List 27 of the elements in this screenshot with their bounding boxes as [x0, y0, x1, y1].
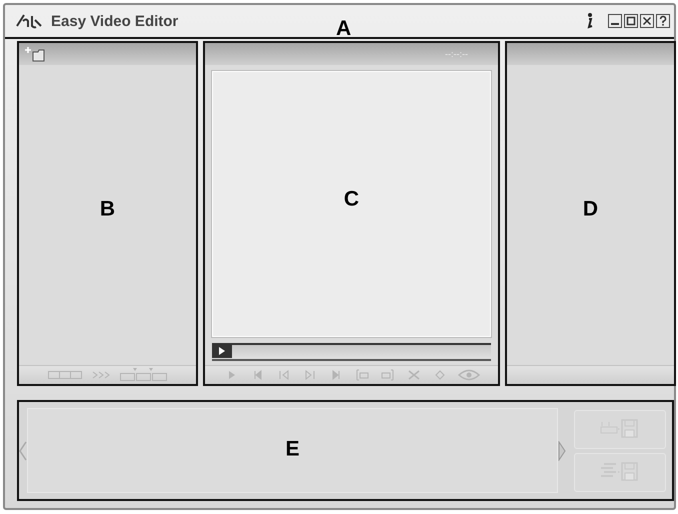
storyboard-to-disk-icon: [600, 460, 640, 484]
save-timeline-button[interactable]: [574, 410, 666, 448]
play-icon: [218, 346, 226, 356]
right-arrow-icon[interactable]: [558, 440, 566, 460]
add-folder-icon[interactable]: [25, 46, 47, 62]
minimize-icon[interactable]: [608, 14, 622, 28]
callout-label: C: [344, 188, 360, 210]
eye-icon[interactable]: [458, 369, 480, 381]
close-icon[interactable]: [640, 14, 654, 28]
callout-label: B: [100, 198, 116, 220]
help-icon[interactable]: [656, 14, 670, 28]
callout-label: D: [582, 198, 598, 220]
save-storyboard-button[interactable]: [574, 452, 666, 492]
playhead-button[interactable]: [212, 344, 232, 358]
seek-bar[interactable]: [212, 343, 491, 361]
timeline-view-icon[interactable]: [120, 368, 168, 382]
window-title: Easy Video Editor: [51, 12, 178, 30]
mark-in-icon[interactable]: [354, 369, 370, 381]
transitions-icon[interactable]: [92, 370, 110, 380]
callout-label: E: [286, 438, 300, 460]
timecode: --:--:--: [445, 49, 468, 59]
maximize-icon[interactable]: [624, 14, 638, 28]
timeline-to-disk-icon: [600, 417, 640, 441]
mark-out-icon[interactable]: [380, 369, 396, 381]
cut-icon[interactable]: [406, 369, 422, 381]
callout-label: A: [336, 18, 352, 39]
storyboard-view-icon[interactable]: [48, 370, 82, 380]
